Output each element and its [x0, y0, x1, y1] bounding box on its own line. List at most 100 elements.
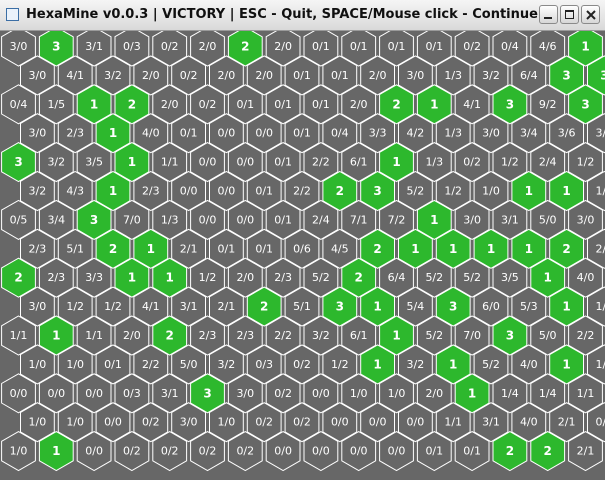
hex-cell-label: 3/1	[180, 300, 198, 313]
hex-cell-label: 0/0	[369, 416, 387, 429]
hex-cell-label: 4/0	[577, 271, 595, 284]
hex-cell-label: 3/0	[463, 213, 481, 226]
hex-cell-label: 1/0	[218, 416, 236, 429]
hex-cell-label: 0/1	[293, 69, 311, 82]
hex-cell-label: 1	[449, 357, 457, 371]
hex-cell-label: 1/0	[29, 358, 47, 371]
hex-cell-label: 1	[487, 242, 495, 256]
hex-cell-label: 1/5	[47, 98, 65, 111]
hex-cell-label: 1/3	[425, 156, 443, 169]
hex-cell-label: 7/0	[123, 213, 141, 226]
hex-cell-label: 2/0	[236, 271, 254, 284]
hex-cell-label: 3/5	[85, 156, 103, 169]
hex-cell-label: 3/0	[29, 69, 47, 82]
hex-cell-label: 0/1	[255, 242, 273, 255]
hex-cell-label: 2/0	[255, 69, 273, 82]
hex-cell-label: 6/0	[482, 300, 500, 313]
hex-cell-label: 1	[392, 155, 400, 169]
hex-cell-label: 0/1	[274, 98, 292, 111]
window-title: HexaMine v0.0.3 | VICTORY | ESC - Quit, …	[26, 7, 538, 22]
hex-cell-label: 2/0	[199, 40, 217, 53]
hex-cell-label: 0/2	[463, 156, 481, 169]
hex-cell-label: 7/0	[463, 329, 481, 342]
hex-cell-label: 3	[449, 300, 457, 314]
hex-cell-label: 1/1	[10, 329, 28, 342]
hex-cell-label: 2/2	[274, 329, 292, 342]
hex-cell-label: 1	[581, 40, 589, 54]
hex-cell-label: 0/1	[180, 127, 198, 140]
hex-cell-label: 0/1	[312, 40, 330, 53]
hex-cell-label: 2	[544, 444, 552, 458]
hex-cell-label: 2/2	[293, 185, 311, 198]
close-button[interactable]	[581, 5, 600, 24]
minimize-button[interactable]	[539, 5, 558, 24]
hex-cell-label: 0/3	[255, 358, 273, 371]
hex-cell-label: 0/2	[236, 445, 254, 458]
hex-cell-label: 1	[373, 300, 381, 314]
hex-cell-label: 1/1	[161, 156, 179, 169]
hex-cell-label: 0/0	[85, 387, 103, 400]
hex-cell-label: 0/0	[236, 156, 254, 169]
hex-cell-label: 3/2	[104, 69, 122, 82]
hex-cell-label: 1	[430, 213, 438, 227]
hex-cell-label: 3/0	[236, 387, 254, 400]
hex-cell-label: 1	[109, 184, 117, 198]
hex-cell-label: 0/1	[463, 445, 481, 458]
hex-board[interactable]: 3/0 3 3/1 0/3 0/2 2/0 2 2/0 0/1 0/1 0/1 0/1 0/2 0/4 4/…	[0, 31, 605, 480]
hex-cell-label: 1/2	[331, 358, 349, 371]
hex-cell-label: 3/0	[407, 69, 425, 82]
hex-cell-label: 0/0	[350, 445, 368, 458]
hex-cell-label: 0/2	[199, 98, 217, 111]
hex-cell-label: 5/0	[180, 358, 198, 371]
hex-cell-label: 4/2	[407, 127, 425, 140]
hex-cell-label: 5/2	[312, 271, 330, 284]
hex-cell-label: 5/2	[463, 271, 481, 284]
hex-cell-label: 3/0	[180, 416, 198, 429]
hex-cell-label: 1	[430, 97, 438, 111]
hex-cell-label: 3	[52, 40, 60, 54]
hex-cell-label: 3/0	[10, 40, 28, 53]
hex-cell-label: 3/2	[218, 358, 236, 371]
close-icon	[586, 10, 596, 20]
hex-cell-label: 1/2	[501, 156, 519, 169]
hex-cell-label: 0/2	[463, 40, 481, 53]
hex-cell-label: 1/2	[104, 300, 122, 313]
hex-cell-label: 2/3	[199, 329, 217, 342]
hex-cell-label: 2/2	[312, 156, 330, 169]
hex-cell-label: 1	[562, 357, 570, 371]
hex-cell-label: 3/1	[85, 40, 103, 53]
hex-cell-label: 3	[562, 68, 570, 82]
hex-cell-label: 2	[166, 329, 174, 343]
hex-cell-label: 0/0	[180, 185, 198, 198]
hex-cell-label: 0/4	[331, 127, 349, 140]
hex-grid[interactable]: 3/0 3 3/1 0/3 0/2 2/0 2 2/0 0/1 0/1 0/1 0/1 0/2 0/4 4/…	[0, 31, 605, 480]
hex-cell-label: 4/0	[520, 358, 538, 371]
hex-cell-label: 2	[14, 271, 22, 285]
hex-cell-label: 2/1	[218, 300, 236, 313]
hex-cell-label: 5/2	[425, 329, 443, 342]
title-bar[interactable]: HexaMine v0.0.3 | VICTORY | ESC - Quit, …	[0, 0, 605, 31]
maximize-button[interactable]	[560, 5, 579, 24]
hex-cell-label: 1	[52, 444, 60, 458]
hex-cell-label: 1/0	[350, 387, 368, 400]
hex-cell-label: 2	[241, 40, 249, 54]
hex-cell-label: 1	[468, 386, 476, 400]
hex-cell-label: 1/1	[444, 416, 462, 429]
hex-cell-label: 0/0	[85, 445, 103, 458]
hex-cell-label: 0/0	[218, 185, 236, 198]
hex-cell-label: 6/4	[388, 271, 406, 284]
hex-cell-label: 0/1	[350, 40, 368, 53]
hex-cell-label: 1	[525, 242, 533, 256]
hex-cell-label: 4/0	[520, 416, 538, 429]
hex-cell-label: 0/1	[274, 213, 292, 226]
hex-cell-label: 4/1	[142, 300, 160, 313]
hex-cell-label: 3/3	[85, 271, 103, 284]
hex-cell-label: 0/3	[123, 387, 141, 400]
hex-cell-label: 2/2	[142, 358, 160, 371]
hex-cell-label: 2/1	[180, 242, 198, 255]
hex-cell-label: 3	[203, 386, 211, 400]
hex-cell-label: 2	[392, 97, 400, 111]
hex-cell-label: 2/3	[236, 329, 254, 342]
hex-cell-label: 2/3	[29, 242, 47, 255]
hex-cell-label: 3	[506, 329, 514, 343]
